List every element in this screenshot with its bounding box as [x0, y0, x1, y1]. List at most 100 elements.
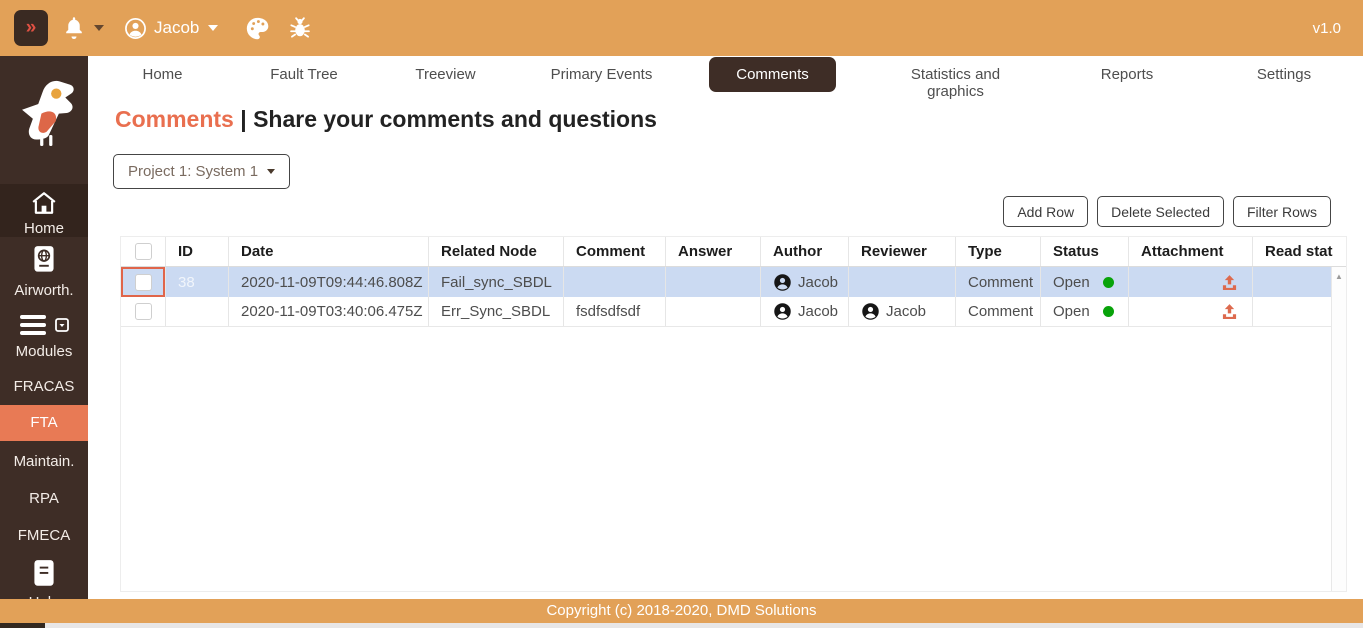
- bug-report-icon[interactable]: [287, 15, 313, 41]
- cell-type[interactable]: Comment: [956, 267, 1041, 297]
- sidebar-item-fmeca[interactable]: FMECA: [0, 527, 88, 544]
- table-row[interactable]: 2020-11-09T03:40:06.475Z Err_Sync_SBDL f…: [121, 297, 1346, 327]
- cell-related-node[interactable]: Err_Sync_SBDL: [429, 297, 564, 326]
- chevron-down-icon: [267, 169, 275, 174]
- column-header-status[interactable]: Status: [1041, 237, 1129, 266]
- person-icon: [861, 302, 880, 321]
- person-icon: [773, 273, 792, 292]
- sidebar-item-home[interactable]: Home: [0, 184, 88, 237]
- sidebar-item-maintain[interactable]: Maintain.: [0, 453, 88, 470]
- bottom-left-corner: [0, 623, 45, 628]
- comments-table: ID Date Related Node Comment Answer Auth…: [120, 236, 1347, 592]
- cell-read-status[interactable]: [1253, 267, 1333, 297]
- select-all-checkbox[interactable]: [135, 243, 152, 260]
- tab-treeview[interactable]: Treeview: [371, 56, 520, 109]
- cell-reviewer[interactable]: Jacob: [849, 297, 956, 326]
- sidebar-item-fracas[interactable]: FRACAS: [0, 378, 88, 395]
- cell-comment[interactable]: fsdfsdfsdf: [564, 297, 666, 326]
- user-avatar-icon[interactable]: [124, 17, 147, 40]
- status-open-dot: [1103, 277, 1114, 288]
- sidebar-item-label: Airworth.: [0, 282, 88, 299]
- tab-primary-events[interactable]: Primary Events: [520, 56, 683, 109]
- tab-settings[interactable]: Settings: [1205, 56, 1363, 109]
- column-header-date[interactable]: Date: [229, 237, 429, 266]
- cell-reviewer[interactable]: [849, 267, 956, 297]
- cell-author[interactable]: Jacob: [761, 267, 849, 297]
- column-header-read-status[interactable]: Read stat: [1253, 237, 1333, 266]
- cell-status[interactable]: Open: [1041, 267, 1129, 297]
- notifications-bell-icon[interactable]: [61, 15, 87, 41]
- cell-answer[interactable]: [666, 267, 761, 297]
- sidebar-item-label: Home: [0, 220, 88, 237]
- filter-rows-button[interactable]: Filter Rows: [1233, 196, 1331, 227]
- upload-attachment-icon[interactable]: [1221, 274, 1238, 291]
- footer: Copyright (c) 2018-2020, DMD Solutions: [0, 599, 1363, 623]
- tab-home[interactable]: Home: [88, 56, 237, 109]
- sidebar-item-modules[interactable]: Modules: [0, 314, 88, 360]
- sidebar-item-rpa[interactable]: RPA: [0, 490, 88, 507]
- table-toolbar: Add Row Delete Selected Filter Rows: [1003, 196, 1331, 227]
- cell-id[interactable]: [166, 297, 229, 326]
- scroll-up-icon[interactable]: ▲: [1332, 272, 1346, 281]
- row-select-cell: [121, 267, 166, 297]
- help-icon: [30, 577, 58, 594]
- home-icon: [0, 191, 88, 220]
- column-header-comment[interactable]: Comment: [564, 237, 666, 266]
- sidebar-collapse-button[interactable]: »: [14, 10, 48, 46]
- column-header-attachment[interactable]: Attachment: [1129, 237, 1253, 266]
- user-name[interactable]: Jacob: [154, 18, 199, 38]
- column-header-answer[interactable]: Answer: [666, 237, 761, 266]
- column-header-type[interactable]: Type: [956, 237, 1041, 266]
- cell-read-status[interactable]: [1253, 297, 1333, 326]
- theme-palette-icon[interactable]: [244, 15, 271, 42]
- table-row[interactable]: 38 2020-11-09T09:44:46.808Z Fail_sync_SB…: [121, 267, 1346, 297]
- delete-selected-button[interactable]: Delete Selected: [1097, 196, 1224, 227]
- cell-id[interactable]: 38: [166, 267, 229, 297]
- row-select-cell: [121, 297, 166, 326]
- tab-comments[interactable]: Comments: [683, 56, 862, 109]
- column-header-related-node[interactable]: Related Node: [429, 237, 564, 266]
- modules-hamburger-icon: [19, 314, 47, 340]
- column-header-author[interactable]: Author: [761, 237, 849, 266]
- cell-comment[interactable]: [564, 267, 666, 297]
- cell-related-node[interactable]: Fail_sync_SBDL: [429, 267, 564, 297]
- tab-fault-tree[interactable]: Fault Tree: [237, 56, 371, 109]
- status-open-dot: [1103, 306, 1114, 317]
- user-menu-caret-icon[interactable]: [208, 25, 218, 31]
- add-row-button[interactable]: Add Row: [1003, 196, 1088, 227]
- app-version: v1.0: [1313, 20, 1341, 37]
- tab-statistics-and-graphics[interactable]: Statistics and graphics: [862, 56, 1049, 109]
- cell-attachment[interactable]: [1129, 297, 1253, 326]
- app-logo bird-logo[interactable]: [0, 72, 88, 159]
- table-vertical-scrollbar[interactable]: ▲: [1331, 267, 1346, 591]
- sidebar-item-fta[interactable]: FTA: [0, 405, 88, 441]
- bottom-edge-strip: [0, 623, 1363, 628]
- top-bar: » Jacob v1.0: [0, 0, 1363, 56]
- page-title: Comments | Share your comments and quest…: [115, 106, 657, 133]
- sidebar-item-airworthiness[interactable]: Airworth.: [0, 244, 88, 299]
- table-header-row: ID Date Related Node Comment Answer Auth…: [121, 237, 1346, 267]
- cell-answer[interactable]: [666, 297, 761, 326]
- notifications-caret-icon[interactable]: [94, 25, 104, 31]
- modules-expand-icon[interactable]: [55, 318, 69, 336]
- tab-reports[interactable]: Reports: [1049, 56, 1205, 109]
- main-content: Home Fault Tree Treeview Primary Events …: [88, 56, 1363, 600]
- copyright-text: Copyright (c) 2018-2020, DMD Solutions: [546, 602, 816, 619]
- select-all-cell: [121, 237, 166, 266]
- airworthiness-icon: [29, 265, 59, 282]
- cell-attachment[interactable]: [1129, 267, 1253, 297]
- person-icon: [773, 302, 792, 321]
- row-checkbox[interactable]: [135, 274, 152, 291]
- upload-attachment-icon[interactable]: [1221, 303, 1238, 320]
- cell-type[interactable]: Comment: [956, 297, 1041, 326]
- module-tab-bar: Home Fault Tree Treeview Primary Events …: [88, 56, 1363, 96]
- sidebar-item-label: Modules: [0, 343, 88, 360]
- cell-status[interactable]: Open: [1041, 297, 1129, 326]
- cell-date[interactable]: 2020-11-09T03:40:06.475Z: [229, 297, 429, 326]
- cell-author[interactable]: Jacob: [761, 297, 849, 326]
- column-header-reviewer[interactable]: Reviewer: [849, 237, 956, 266]
- cell-date[interactable]: 2020-11-09T09:44:46.808Z: [229, 267, 429, 297]
- project-selector-dropdown[interactable]: Project 1: System 1: [113, 154, 290, 189]
- column-header-id[interactable]: ID: [166, 237, 229, 266]
- row-checkbox[interactable]: [135, 303, 152, 320]
